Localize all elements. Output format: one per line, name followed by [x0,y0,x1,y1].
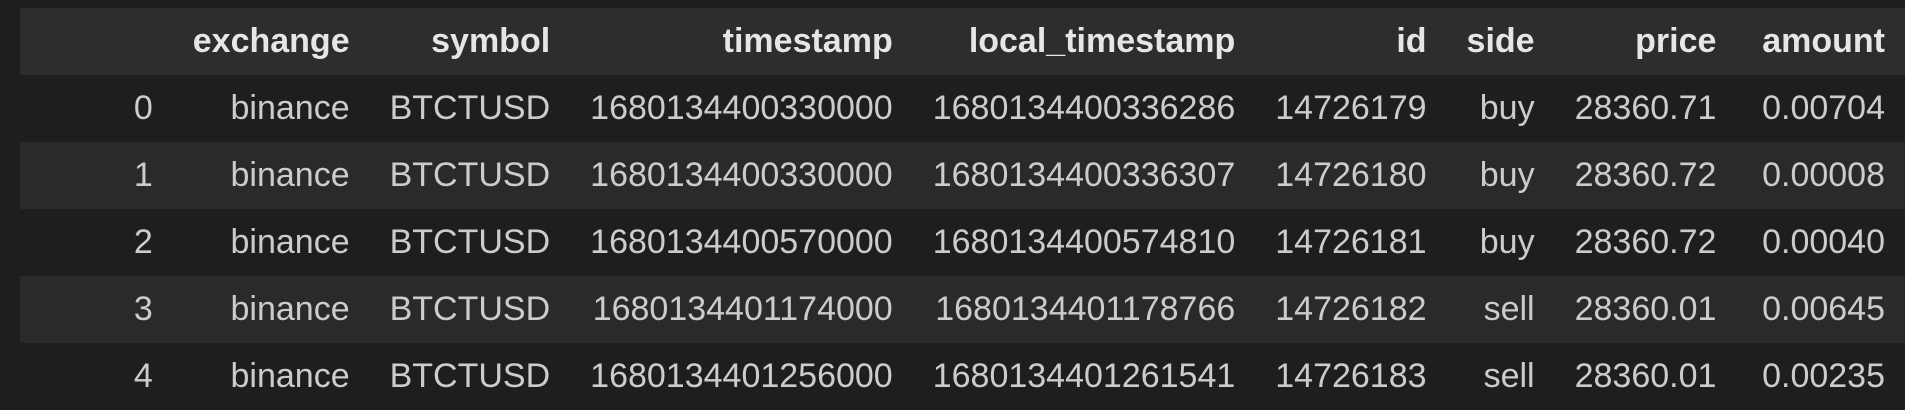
cell-id: 14726180 [1275,156,1427,194]
cell-exchange: binance [230,223,350,261]
table-row: 0 binance BTCTUSD 1680134400330000 16801… [20,75,1905,142]
cell-symbol: BTCTUSD [389,290,551,328]
cell-amount: 0.00235 [1762,357,1885,395]
header-amount: amount [1762,22,1885,60]
table-row: 1 binance BTCTUSD 1680134400330000 16801… [20,142,1905,209]
cell-id: 14726179 [1275,89,1427,127]
header-side: side [1466,22,1535,60]
cell-price: 28360.72 [1574,223,1717,261]
header-index [20,8,173,75]
row-index: 2 [133,223,153,261]
cell-amount: 0.00008 [1762,156,1885,194]
cell-exchange: binance [230,357,350,395]
table-row: 4 binance BTCTUSD 1680134401256000 16801… [20,343,1905,410]
cell-symbol: BTCTUSD [389,156,551,194]
cell-price: 28360.01 [1574,357,1717,395]
cell-local-timestamp: 1680134400336286 [932,89,1236,127]
dataframe-table: exchange symbol timestamp local_timestam… [20,8,1905,410]
row-index: 1 [133,156,153,194]
cell-amount: 0.00704 [1762,89,1885,127]
row-index: 0 [133,89,153,127]
row-index: 4 [133,357,153,395]
cell-exchange: binance [230,290,350,328]
table-row: 3 binance BTCTUSD 1680134401174000 16801… [20,276,1905,343]
dataframe-output: exchange symbol timestamp local_timestam… [20,8,1905,410]
cell-timestamp: 1680134401174000 [592,290,893,328]
cell-timestamp: 1680134400570000 [590,223,893,261]
table-body: 0 binance BTCTUSD 1680134400330000 16801… [20,75,1905,410]
cell-side: buy [1479,223,1535,261]
cell-local-timestamp: 1680134401261541 [932,357,1236,395]
cell-timestamp: 1680134400330000 [590,156,893,194]
cell-price: 28360.01 [1574,290,1717,328]
row-index: 3 [133,290,153,328]
cell-exchange: binance [230,156,350,194]
cell-side: sell [1483,290,1535,328]
cell-price: 28360.72 [1574,156,1717,194]
header-price: price [1635,22,1717,60]
cell-local-timestamp: 1680134400336307 [932,156,1236,194]
cell-side: sell [1483,357,1535,395]
header-timestamp: timestamp [722,22,893,60]
table-row: 2 binance BTCTUSD 1680134400570000 16801… [20,209,1905,276]
cell-symbol: BTCTUSD [389,89,551,127]
header-exchange: exchange [192,22,350,60]
cell-id: 14726183 [1275,357,1427,395]
cell-exchange: binance [230,89,350,127]
table-header: exchange symbol timestamp local_timestam… [20,8,1905,75]
cell-side: buy [1479,156,1535,194]
cell-amount: 0.00645 [1762,290,1885,328]
cell-timestamp: 1680134400330000 [590,89,893,127]
header-symbol: symbol [431,22,551,60]
cell-side: buy [1479,89,1535,127]
cell-local-timestamp: 1680134401178766 [935,290,1236,328]
cell-price: 28360.71 [1574,89,1717,127]
cell-symbol: BTCTUSD [389,223,551,261]
cell-id: 14726181 [1275,223,1427,261]
header-local-timestamp: local_timestamp [968,22,1236,60]
header-row: exchange symbol timestamp local_timestam… [20,8,1905,75]
cell-local-timestamp: 1680134400574810 [932,223,1236,261]
cell-symbol: BTCTUSD [389,357,551,395]
header-id: id [1396,22,1427,60]
cell-amount: 0.00040 [1762,223,1885,261]
cell-timestamp: 1680134401256000 [590,357,893,395]
cell-id: 14726182 [1275,290,1427,328]
